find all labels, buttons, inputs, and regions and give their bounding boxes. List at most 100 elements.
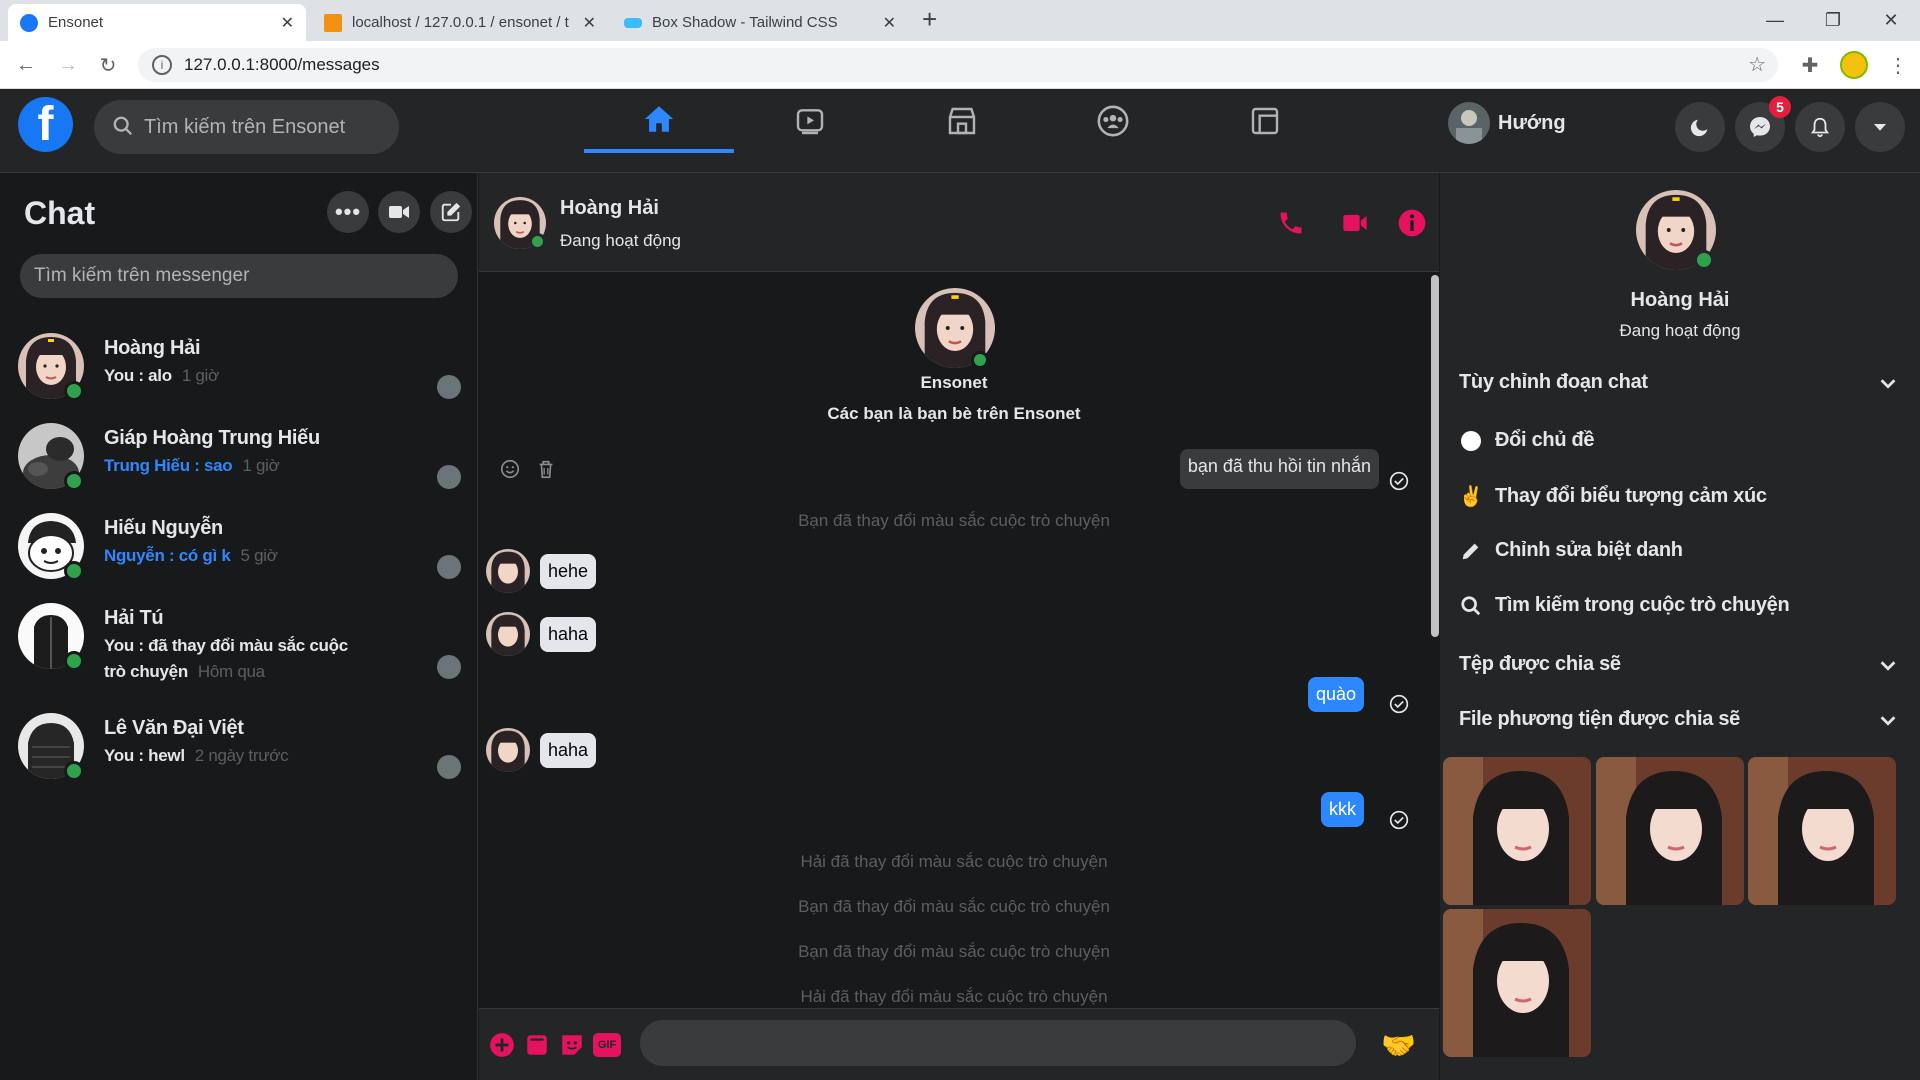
online-indicator: [64, 561, 84, 581]
global-search-input[interactable]: Tìm kiếm trên Ensonet: [94, 100, 399, 154]
chat-contact-name[interactable]: Hoàng Hải: [560, 197, 659, 220]
user-name[interactable]: Hướng: [1498, 112, 1566, 135]
forward-icon[interactable]: →: [54, 51, 82, 79]
info-circle-icon[interactable]: [1396, 207, 1428, 239]
tailwind-favicon-icon: [624, 17, 642, 28]
facebook-favicon-icon: [20, 13, 38, 32]
tab-ensonet[interactable]: Ensonet ✕: [8, 4, 306, 41]
change-emoji-item[interactable]: ✌ Thay đổi biểu tượng cảm xúc: [1459, 484, 1767, 509]
messenger-button[interactable]: 5: [1735, 96, 1791, 152]
app-header: f Tìm kiếm trên Ensonet Hướng 5: [0, 89, 1920, 173]
ensonet-logo[interactable]: f: [18, 97, 73, 152]
chat-header: Hoàng Hải Đang hoạt động: [479, 173, 1439, 272]
online-indicator: [64, 651, 84, 671]
more-options-button[interactable]: •••: [327, 191, 369, 233]
outgoing-message[interactable]: kkk: [1321, 792, 1364, 827]
close-tab-icon[interactable]: ✕: [583, 13, 596, 33]
seen-avatar: [437, 655, 461, 679]
phone-call-icon[interactable]: [1277, 209, 1305, 237]
conversation-item[interactable]: Hoàng Hải You : alo 1 giờ: [0, 333, 478, 423]
tab-title: localhost / 127.0.0.1 / ensonet / t: [352, 14, 569, 31]
last-message: You : hewl 2 ngày trước: [104, 743, 374, 769]
shared-media-section[interactable]: File phương tiện được chia sẽ: [1459, 708, 1899, 731]
edit-nickname-item[interactable]: Chỉnh sửa biệt danh: [1459, 539, 1683, 562]
tab-title: Box Shadow - Tailwind CSS: [652, 14, 838, 31]
reload-icon[interactable]: ↻: [94, 51, 122, 79]
new-message-button[interactable]: [430, 191, 472, 233]
conversation-item[interactable]: Giáp Hoàng Trung Hiếu Trung Hiếu : sao 1 …: [0, 423, 478, 513]
dark-mode-button[interactable]: [1675, 102, 1725, 152]
conversation-item[interactable]: Hiếu Nguyễn Nguyễn : có gì k 5 giờ: [0, 513, 478, 603]
sticker-icon[interactable]: [559, 1032, 585, 1058]
restore-icon[interactable]: ❐: [1818, 6, 1848, 34]
shared-files-section[interactable]: Tệp được chia sẽ: [1459, 653, 1899, 676]
groups-icon: [1097, 105, 1129, 137]
sender-avatar: [486, 612, 530, 656]
close-tab-icon[interactable]: ✕: [281, 13, 294, 33]
recalled-message[interactable]: bạn đã thu hồi tin nhắn: [1179, 449, 1379, 489]
seen-avatar: [437, 755, 461, 779]
video-call-button[interactable]: [378, 191, 420, 233]
like-emoji-icon[interactable]: 🤝: [1381, 1029, 1416, 1062]
notifications-button[interactable]: [1795, 102, 1845, 152]
image-attach-icon[interactable]: [524, 1032, 550, 1058]
online-indicator: [64, 381, 84, 401]
avatar-photo: [1448, 102, 1490, 144]
emoji-react-icon[interactable]: [499, 458, 521, 480]
close-window-icon[interactable]: ✕: [1876, 6, 1906, 34]
chat-scrollbar[interactable]: [1431, 275, 1439, 637]
gaming-icon: [1251, 107, 1279, 135]
message-input[interactable]: [640, 1020, 1356, 1066]
messenger-search-input[interactable]: Tìm kiếm trên messenger: [20, 254, 458, 298]
customize-chat-section[interactable]: Tùy chỉnh đoạn chat: [1459, 371, 1899, 394]
bookmark-star-icon[interactable]: ☆: [1748, 52, 1766, 77]
nav-watch[interactable]: [735, 89, 885, 153]
shared-media-thumbnail[interactable]: [1596, 757, 1744, 905]
profile-avatar-icon[interactable]: [1840, 51, 1868, 79]
incoming-message[interactable]: hehe: [540, 554, 597, 589]
tab-tailwind[interactable]: Box Shadow - Tailwind CSS ✕: [612, 4, 908, 41]
ellipsis-icon: •••: [334, 199, 362, 224]
trash-icon[interactable]: [535, 458, 557, 480]
tab-title: Ensonet: [48, 14, 104, 31]
contact-name: Hoàng Hải: [104, 337, 201, 359]
chat-contact-status: Đang hoạt động: [560, 231, 681, 250]
sender-avatar: [486, 728, 530, 772]
chat-sidebar: Chat ••• Tìm kiếm trên messenger Hoàng H…: [0, 173, 478, 1080]
shared-media-thumbnail[interactable]: [1748, 757, 1896, 905]
nav-home[interactable]: [584, 89, 734, 153]
nav-groups[interactable]: [1038, 89, 1188, 153]
minimize-icon[interactable]: —: [1760, 6, 1790, 34]
incoming-message[interactable]: haha: [540, 733, 597, 768]
nav-marketplace[interactable]: [887, 89, 1037, 153]
last-message-text: Nguyễn : có gì k: [104, 546, 231, 565]
video-call-icon[interactable]: [1339, 209, 1371, 237]
nav-gaming[interactable]: [1190, 89, 1340, 153]
conversation-item[interactable]: Hải Tú You : đã thay đổi màu sắc cuộc tr…: [0, 603, 478, 713]
new-tab-button[interactable]: +: [922, 4, 937, 35]
last-message: Nguyễn : có gì k 5 giờ: [104, 543, 374, 569]
address-bar[interactable]: i 127.0.0.1:8000/messages ☆: [138, 48, 1778, 82]
conversation-item[interactable]: Lê Văn Đại Việt You : hewl 2 ngày trước: [0, 713, 478, 803]
outgoing-message[interactable]: quào: [1307, 677, 1364, 712]
account-menu-button[interactable]: [1855, 102, 1905, 152]
user-avatar[interactable]: [1448, 102, 1490, 144]
url-text: 127.0.0.1:8000/messages: [184, 55, 380, 74]
info-icon[interactable]: i: [152, 55, 172, 75]
extensions-icon[interactable]: ✚: [1796, 51, 1824, 79]
close-tab-icon[interactable]: ✕: [883, 13, 896, 33]
incoming-message[interactable]: haha: [540, 617, 597, 652]
shared-media-thumbnail[interactable]: [1443, 757, 1591, 905]
intro-title: Ensonet: [920, 373, 988, 392]
search-in-conversation-item[interactable]: Tìm kiếm trong cuộc trò chuyện: [1459, 594, 1790, 617]
avatar-photo: [486, 728, 530, 772]
message-time: 1 giờ: [181, 366, 219, 385]
tab-phpmyadmin[interactable]: localhost / 127.0.0.1 / ensonet / t ✕: [312, 4, 608, 41]
shared-media-thumbnail[interactable]: [1443, 909, 1591, 1057]
menu-kebab-icon[interactable]: ⋮: [1884, 51, 1912, 79]
back-icon[interactable]: ←: [12, 51, 40, 79]
change-theme-item[interactable]: Đổi chủ đề: [1459, 429, 1595, 452]
avatar-photo: [486, 549, 530, 593]
add-circle-icon[interactable]: [489, 1032, 515, 1058]
gif-icon[interactable]: GIF: [593, 1033, 621, 1057]
